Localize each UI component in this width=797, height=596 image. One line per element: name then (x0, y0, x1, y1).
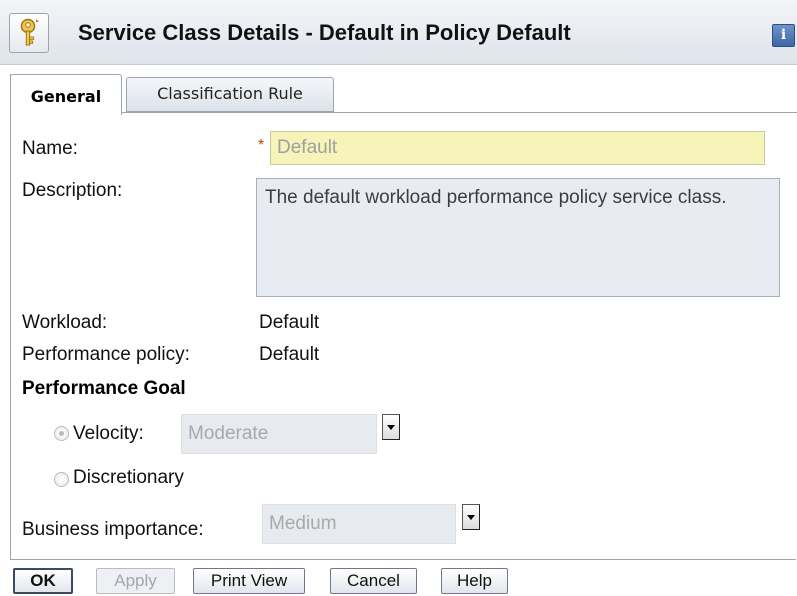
business-importance-dropdown-arrow-icon[interactable] (462, 504, 480, 530)
print-view-button[interactable]: Print View (193, 568, 305, 594)
description-field[interactable]: The default workload performance policy … (256, 178, 780, 297)
ok-button[interactable]: OK (13, 568, 73, 594)
discretionary-label: Discretionary (73, 467, 184, 488)
help-button[interactable]: Help (441, 568, 508, 594)
workload-label: Workload: (22, 312, 108, 333)
velocity-dropdown-arrow-icon[interactable] (382, 414, 400, 440)
workload-value: Default (259, 312, 320, 333)
business-importance-select[interactable]: Medium (262, 504, 456, 544)
cancel-button[interactable]: Cancel (330, 568, 417, 594)
description-label: Description: (22, 180, 123, 201)
performance-policy-label: Performance policy: (22, 344, 190, 365)
required-indicator: * (258, 137, 265, 154)
page-title: Service Class Details - Default in Polic… (78, 20, 571, 45)
tab-divider (122, 112, 797, 113)
key-icon (9, 13, 49, 53)
tab-classification-rule[interactable]: Classification Rule (126, 77, 334, 112)
tab-general[interactable]: General (10, 74, 122, 115)
velocity-label: Velocity: (73, 423, 144, 444)
performance-policy-value: Default (259, 344, 320, 365)
velocity-select[interactable]: Moderate (181, 414, 377, 454)
name-field[interactable] (270, 131, 765, 165)
name-label: Name: (22, 138, 78, 159)
apply-button[interactable]: Apply (96, 568, 175, 594)
title-bar: Service Class Details - Default in Polic… (0, 0, 797, 65)
discretionary-radio[interactable] (54, 472, 69, 487)
velocity-radio[interactable] (54, 426, 69, 441)
info-button[interactable]: i (772, 24, 795, 47)
performance-goal-heading: Performance Goal (22, 378, 186, 399)
business-importance-label: Business importance: (22, 519, 204, 540)
